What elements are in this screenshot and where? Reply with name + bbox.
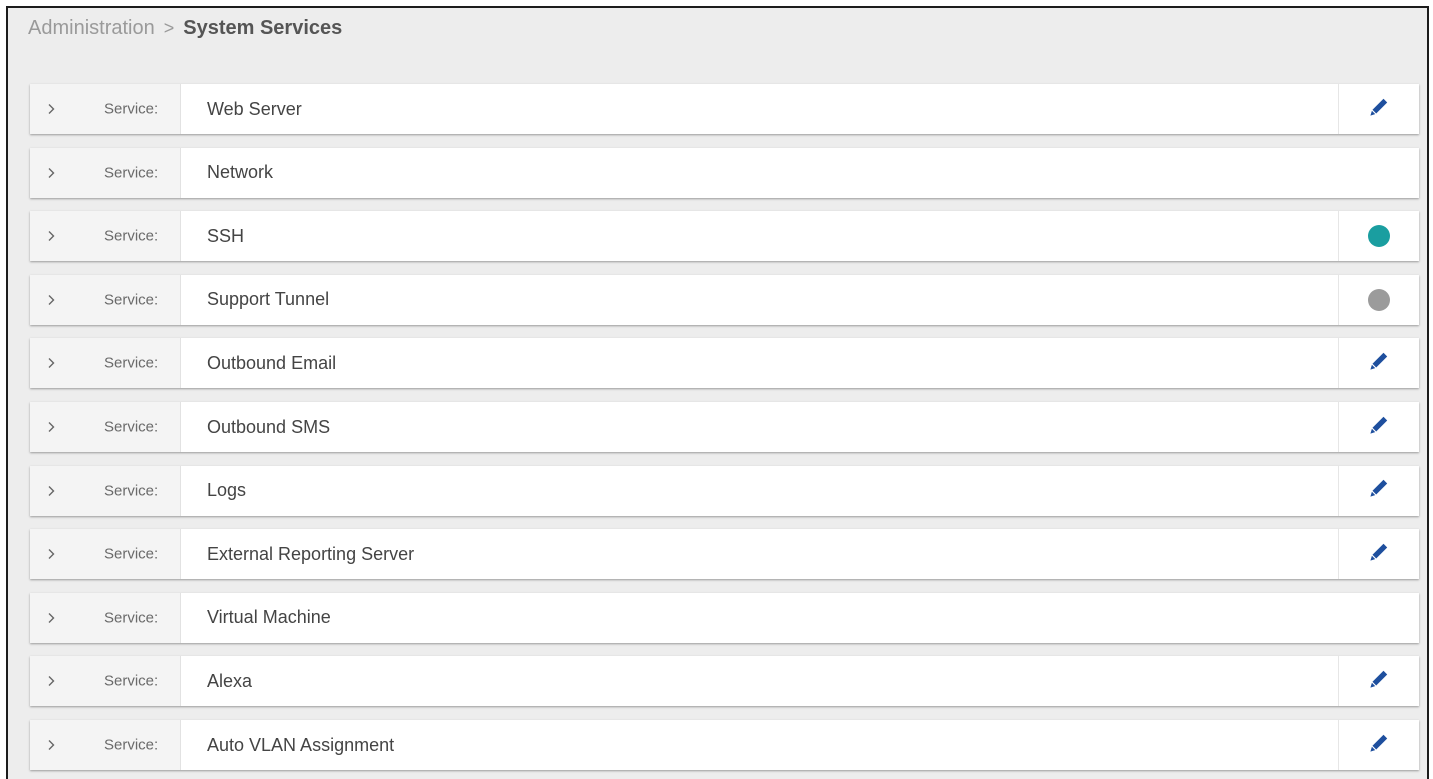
chevron-right-icon[interactable] xyxy=(44,293,58,307)
service-label: Service: xyxy=(104,672,159,690)
service-label: Service: xyxy=(104,100,159,118)
service-row-header: Service: xyxy=(30,656,181,707)
service-name: External Reporting Server xyxy=(207,543,415,564)
edit-cell xyxy=(1338,529,1419,580)
edit-pencil-icon[interactable] xyxy=(1369,351,1389,376)
service-label: Service: xyxy=(104,354,159,372)
service-row-header: Service: xyxy=(30,211,181,262)
edit-pencil-icon[interactable] xyxy=(1369,478,1389,503)
edit-cell xyxy=(1338,402,1419,452)
service-row-header: Service: xyxy=(30,338,181,389)
breadcrumb-parent-link[interactable]: Administration xyxy=(28,17,155,40)
chevron-right-icon[interactable] xyxy=(44,547,58,561)
edit-cell xyxy=(1338,720,1419,770)
service-name: Logs xyxy=(207,480,247,501)
breadcrumb-current: System Services xyxy=(183,16,343,39)
service-label: Service: xyxy=(104,609,159,627)
service-label: Service: xyxy=(104,291,159,309)
service-row[interactable]: Service: Network xyxy=(30,147,1419,198)
service-row-header: Service: xyxy=(30,592,181,643)
status-on-indicator[interactable] xyxy=(1368,225,1390,248)
service-row[interactable]: Service: Alexa xyxy=(30,656,1419,707)
service-row[interactable]: Service: Logs xyxy=(30,465,1419,516)
service-row[interactable]: Service: External Reporting Server xyxy=(30,529,1419,580)
service-name: Outbound SMS xyxy=(207,416,331,437)
edit-cell xyxy=(1338,656,1419,707)
chevron-right-icon[interactable] xyxy=(44,166,58,180)
service-row-header: Service: xyxy=(30,147,181,198)
service-name: Virtual Machine xyxy=(207,607,331,628)
service-row[interactable]: Service: Virtual Machine xyxy=(30,592,1419,643)
service-row-header: Service: xyxy=(30,402,181,452)
service-row[interactable]: Service: SSH xyxy=(30,211,1419,262)
chevron-right-icon[interactable] xyxy=(44,229,58,243)
breadcrumb-separator: > xyxy=(163,17,175,38)
empty-action-cell xyxy=(1338,593,1419,643)
edit-pencil-icon[interactable] xyxy=(1369,542,1389,567)
edit-pencil-icon[interactable] xyxy=(1369,733,1389,758)
chevron-right-icon[interactable] xyxy=(44,356,58,370)
service-label: Service: xyxy=(104,227,159,245)
edit-pencil-icon[interactable] xyxy=(1369,97,1389,122)
chevron-right-icon[interactable] xyxy=(44,420,58,434)
service-name: SSH xyxy=(207,225,245,246)
chevron-right-icon[interactable] xyxy=(44,674,58,688)
service-name: Outbound Email xyxy=(207,352,337,373)
edit-cell xyxy=(1338,465,1419,516)
breadcrumb: Administration > System Services xyxy=(28,14,342,42)
service-name: Web Server xyxy=(207,98,302,119)
service-label: Service: xyxy=(104,164,159,182)
service-label: Service: xyxy=(104,736,159,754)
service-row[interactable]: Service: Outbound SMS xyxy=(30,402,1419,452)
service-row[interactable]: Service: Web Server xyxy=(30,84,1419,134)
edit-pencil-icon[interactable] xyxy=(1369,415,1389,440)
system-services-panel: Administration > System Services Service… xyxy=(6,6,1429,779)
service-row[interactable]: Service: Support Tunnel xyxy=(30,274,1419,325)
chevron-right-icon[interactable] xyxy=(44,484,58,498)
status-off-indicator[interactable] xyxy=(1368,288,1390,311)
edit-cell xyxy=(1338,338,1419,389)
service-label: Service: xyxy=(104,418,159,436)
chevron-right-icon[interactable] xyxy=(44,611,58,625)
service-name: Support Tunnel xyxy=(207,289,330,310)
service-row-header: Service: xyxy=(30,274,181,325)
empty-action-cell xyxy=(1338,148,1419,198)
service-row[interactable]: Service: Outbound Email xyxy=(30,338,1419,389)
service-name: Alexa xyxy=(207,670,253,691)
service-row-header: Service: xyxy=(30,84,181,134)
service-label: Service: xyxy=(104,545,159,563)
chevron-right-icon[interactable] xyxy=(44,738,58,752)
edit-cell xyxy=(1338,84,1419,134)
service-row-header: Service: xyxy=(30,529,181,580)
service-row[interactable]: Service: Auto VLAN Assignment xyxy=(30,720,1419,770)
edit-pencil-icon[interactable] xyxy=(1369,669,1389,694)
service-name: Auto VLAN Assignment xyxy=(207,734,395,755)
service-row-header: Service: xyxy=(30,720,181,770)
service-name: Network xyxy=(207,162,274,183)
service-label: Service: xyxy=(104,482,159,500)
service-row-header: Service: xyxy=(30,465,181,516)
status-cell xyxy=(1338,211,1419,262)
chevron-right-icon[interactable] xyxy=(44,102,58,116)
status-cell xyxy=(1338,274,1419,325)
